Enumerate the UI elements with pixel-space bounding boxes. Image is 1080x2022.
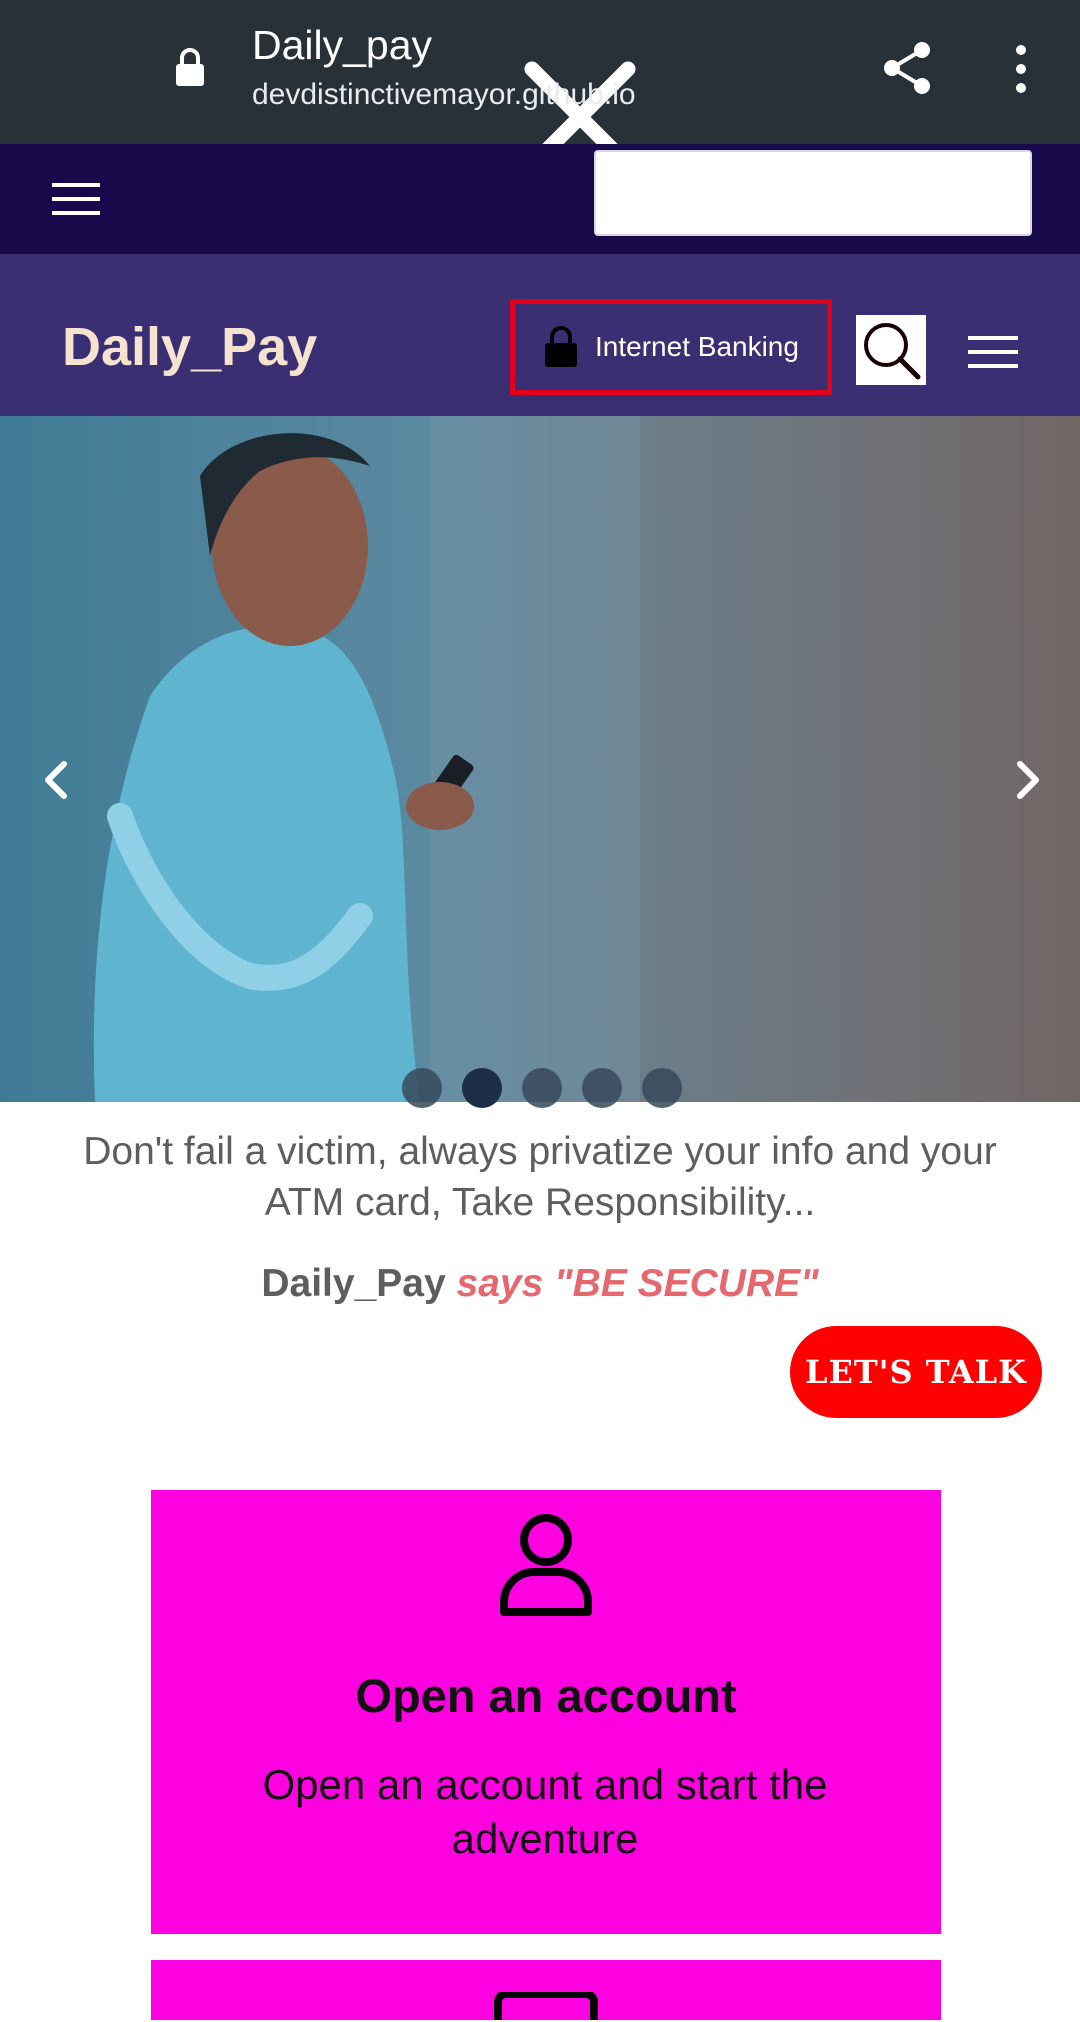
card-title: Open an account [355, 1669, 737, 1722]
lock-icon [545, 326, 578, 367]
brand-logo[interactable]: Daily_Pay [62, 316, 317, 378]
top-search-input[interactable] [594, 150, 1032, 236]
secure-tagline: Daily_Pay says "BE SECURE" [0, 1262, 1080, 1306]
tagline-brand: Daily_Pay [261, 1262, 446, 1305]
menu-icon[interactable] [968, 334, 1018, 370]
more-vert-icon[interactable] [1008, 44, 1034, 94]
security-message: Don't fail a victim, always privatize yo… [83, 1130, 997, 1224]
share-icon[interactable] [880, 40, 936, 96]
internet-banking-label: Internet Banking [595, 331, 799, 362]
search-button[interactable] [856, 315, 926, 385]
carousel-next-icon[interactable] [1008, 756, 1048, 804]
tagline-quote: says "BE SECURE" [456, 1262, 819, 1305]
hero-carousel[interactable] [0, 416, 1080, 1102]
hero-image [0, 416, 1080, 1102]
hamburger-icon[interactable] [52, 181, 100, 217]
carousel-dot[interactable] [522, 1068, 562, 1108]
page-url[interactable]: devdistinctivemayor.github.io [252, 78, 636, 112]
internet-banking-button[interactable]: Internet Banking [510, 299, 832, 395]
card-icon [494, 1992, 598, 2020]
carousel-indicators [402, 1068, 682, 1108]
lets-talk-button[interactable]: LET'S TALK [790, 1326, 1042, 1418]
carousel-dot-active[interactable] [462, 1068, 502, 1108]
carousel-prev-icon[interactable] [36, 756, 76, 804]
user-icon [500, 1514, 592, 1616]
lock-icon [176, 48, 204, 86]
carousel-dot[interactable] [642, 1068, 682, 1108]
carousel-dot[interactable] [582, 1068, 622, 1108]
search-icon [864, 323, 921, 380]
card-text: Open an account and start the adventure [262, 1761, 828, 1862]
page-title: Daily_pay [252, 22, 433, 68]
carousel-dot[interactable] [402, 1068, 442, 1108]
